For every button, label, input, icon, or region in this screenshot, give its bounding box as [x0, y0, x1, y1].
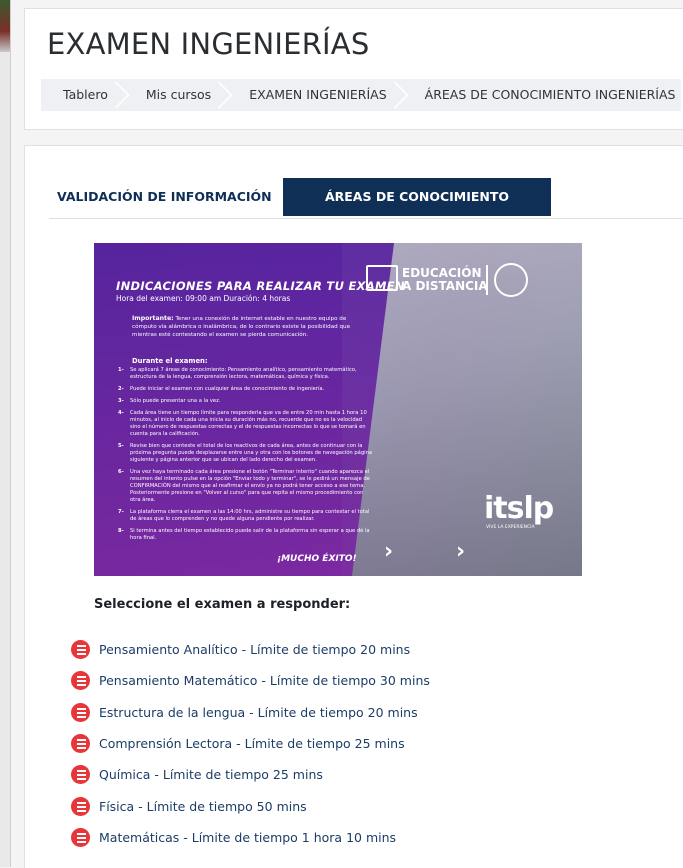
- exam-link-matematicas[interactable]: Matemáticas - Límite de tiempo 1 hora 10…: [99, 830, 396, 845]
- breadcrumb: Tablero Mis cursos EXAMEN INGENIERÍAS ÁR…: [41, 79, 681, 111]
- instruction-item: 2- Puede iniciar el examen con cualquier …: [118, 386, 325, 392]
- exam-item: Pensamiento Matemático - Límite de tiemp…: [71, 665, 430, 696]
- breadcrumb-tablero[interactable]: Tablero: [41, 79, 124, 111]
- banner-exito: ¡MUCHO ÉXITO!: [277, 554, 357, 564]
- exam-item: Matemáticas - Límite de tiempo 1 hora 10…: [71, 822, 430, 853]
- breadcrumb-areas-conocimiento[interactable]: ÁREAS DE CONOCIMIENTO INGENIERÍAS: [403, 79, 683, 111]
- instruction-item: 6- Una vez haya terminado cada área presi…: [118, 469, 370, 503]
- quiz-icon: [71, 702, 90, 722]
- tab-areas-conocimiento[interactable]: ÁREAS DE CONOCIMIENTO INGENIERÍAS: [283, 178, 551, 242]
- chevron-right-icon: ›: [456, 539, 466, 564]
- breadcrumb-examen-ingenierias[interactable]: EXAMEN INGENIERÍAS: [227, 79, 402, 111]
- breadcrumb-mis-cursos[interactable]: Mis cursos: [124, 79, 227, 111]
- chevron-right-icon: ›: [384, 539, 394, 564]
- banner-during-label: Durante el examen:: [132, 357, 208, 365]
- course-content: VALIDACIÓN DE INFORMACIÓN ÁREAS DE CONOC…: [24, 145, 683, 868]
- quiz-icon: [71, 796, 90, 816]
- exam-item: Química - Límite de tiempo 25 mins: [71, 759, 430, 790]
- exam-select-prompt: Seleccione el examen a responder:: [94, 597, 351, 612]
- side-thumbnail: [0, 0, 10, 52]
- instruction-item: 4- Cada área tiene un tiempo límite para …: [118, 410, 367, 437]
- exam-link-pensamiento-analitico[interactable]: Pensamiento Analítico - Límite de tiempo…: [99, 642, 410, 657]
- quiz-icon: [71, 734, 90, 754]
- exam-link-comprension-lectora[interactable]: Comprensión Lectora - Límite de tiempo 2…: [99, 736, 405, 751]
- itslp-logo: itslp: [484, 491, 554, 526]
- quiz-icon: [71, 671, 90, 691]
- institution-seal-icon: [494, 263, 528, 297]
- exam-link-pensamiento-matematico[interactable]: Pensamiento Matemático - Límite de tiemp…: [99, 673, 430, 688]
- quiz-icon: [71, 765, 90, 785]
- instruction-item: 3- Sólo puede presentar una a la vez.: [118, 398, 221, 404]
- tab-validacion-informacion[interactable]: VALIDACIÓN DE INFORMACIÓN: [57, 178, 272, 216]
- section-tabs: VALIDACIÓN DE INFORMACIÓN ÁREAS DE CONOC…: [49, 178, 683, 242]
- monitor-icon: [366, 265, 398, 291]
- edu-line2: A DISTANCIA: [402, 279, 488, 293]
- instruction-item: 5- Revise bien que conteste el total de l…: [118, 443, 373, 463]
- exam-item: Estructura de la lengua - Límite de tiem…: [71, 697, 430, 728]
- exam-list: Pensamiento Analítico - Límite de tiempo…: [71, 634, 430, 853]
- exam-item: Pensamiento Analítico - Límite de tiempo…: [71, 634, 430, 665]
- important-label: Importante:: [132, 315, 174, 322]
- edu-line1: EDUCACIÓN: [402, 266, 482, 280]
- exam-link-quimica[interactable]: Química - Límite de tiempo 25 mins: [99, 767, 323, 782]
- itslp-logo-tagline: VIVE LA EXPERIENCIA: [486, 525, 535, 530]
- banner-title: INDICACIONES PARA REALIZAR TU EXAMEN: [116, 279, 405, 293]
- educacion-distancia-logo: EDUCACIÓN A DISTANCIA: [366, 263, 542, 299]
- banner-important: Importante: Tener una conexión de intern…: [132, 315, 372, 339]
- quiz-icon: [71, 640, 90, 660]
- exam-item: Física - Límite de tiempo 50 mins: [71, 790, 430, 821]
- page-title: EXAMEN INGENIERÍAS: [47, 27, 370, 61]
- logo-divider: [486, 265, 488, 295]
- instructions-banner: INDICACIONES PARA REALIZAR TU EXAMEN Hor…: [94, 243, 582, 576]
- instruction-item: 1- Se aplicará 7 áreas de conocimiento: P…: [118, 367, 357, 380]
- instruction-item: 7- La plataforma cierra el examen a las 1…: [118, 509, 370, 522]
- exam-link-fisica[interactable]: Física - Límite de tiempo 50 mins: [99, 799, 307, 814]
- page-header: EXAMEN INGENIERÍAS Tablero Mis cursos EX…: [24, 8, 683, 130]
- banner-instructions-list: 1- Se aplicará 7 áreas de conocimiento: P…: [118, 367, 374, 547]
- window-left-edge: [0, 0, 11, 867]
- exam-link-estructura-lengua[interactable]: Estructura de la lengua - Límite de tiem…: [99, 705, 418, 720]
- banner-subtitle: Hora del examen: 09:00 am Duración: 4 ho…: [116, 294, 291, 303]
- exam-item: Comprensión Lectora - Límite de tiempo 2…: [71, 728, 430, 759]
- quiz-icon: [71, 827, 90, 847]
- instruction-item: 8- Si termina antes del tiempo establecid…: [118, 528, 370, 541]
